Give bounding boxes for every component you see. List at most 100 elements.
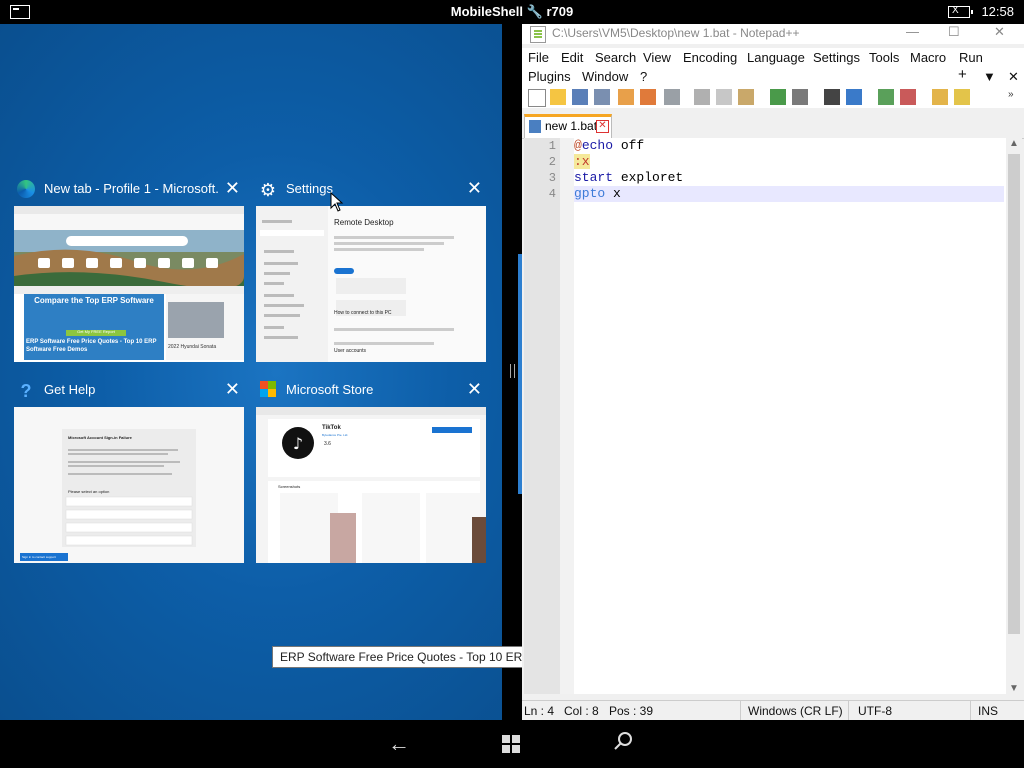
- close-icon[interactable]: ✕: [467, 379, 482, 400]
- help-subheading: Please select an option: [68, 489, 110, 494]
- window-card-edge[interactable]: New tab - Profile 1 - Microsoft... ✕ Com…: [14, 178, 244, 364]
- gear-icon: ⚙: [259, 180, 277, 200]
- window-card-header: ? Get Help ✕: [14, 379, 244, 403]
- window-card-header: New tab - Profile 1 - Microsoft... ✕: [14, 178, 244, 202]
- help-contact-button: Sign in to contact support: [22, 555, 56, 559]
- save-all-icon[interactable]: [594, 89, 610, 105]
- toolbar-overflow-icon[interactable]: »: [1008, 89, 1024, 105]
- navigation-bar: ←: [0, 720, 1024, 768]
- search-icon[interactable]: [608, 730, 638, 760]
- menu-run[interactable]: Run: [959, 50, 983, 65]
- menu-view[interactable]: View: [643, 50, 671, 65]
- sync-vertical-icon[interactable]: [932, 89, 948, 105]
- menu-language[interactable]: Language: [747, 50, 805, 65]
- svg-text:♪: ♪: [293, 434, 303, 453]
- ad-banner-title: Compare the Top ERP Software: [34, 296, 154, 305]
- window-card-store[interactable]: Microsoft Store ✕ ♪ TikTok Bytedance Pte…: [256, 379, 486, 565]
- find-icon[interactable]: [824, 89, 840, 105]
- menu-edit[interactable]: Edit: [561, 50, 583, 65]
- vertical-scrollbar[interactable]: ▲ ▼: [1006, 138, 1022, 694]
- window-title: C:\Users\VM5\Desktop\new 1.bat - Notepad…: [552, 26, 800, 40]
- remote-desktop-heading: Remote Desktop: [334, 218, 394, 227]
- window-preview[interactable]: Remote Desktop How to connect to this PC…: [256, 206, 486, 362]
- copy-icon[interactable]: [716, 89, 732, 105]
- notepad-icon: [530, 26, 546, 43]
- window-preview[interactable]: ♪ TikTok Bytedance Pte. Ltd. 3.6 Screens…: [256, 407, 486, 563]
- menu-help[interactable]: ?: [640, 69, 647, 84]
- menu-file[interactable]: File: [528, 50, 549, 65]
- code-line[interactable]: @echo off: [574, 138, 1004, 154]
- app-publisher: Bytedance Pte. Ltd.: [322, 433, 349, 437]
- cut-icon[interactable]: [694, 89, 710, 105]
- file-icon: [529, 120, 541, 133]
- menu-macro[interactable]: Macro: [910, 50, 946, 65]
- help-icon: ?: [20, 381, 32, 401]
- code-line[interactable]: gpto x: [574, 186, 1004, 202]
- menu-plugins[interactable]: Plugins: [528, 69, 571, 84]
- tab-new-1-bat[interactable]: new 1.bat ✕: [524, 114, 612, 139]
- menu-close-icon[interactable]: ✕: [1008, 69, 1019, 85]
- tab-label: new 1.bat: [545, 119, 598, 133]
- editor[interactable]: 1234 @echo off:x start exploret gpto x ▲ ▼: [524, 138, 1022, 694]
- close-icon[interactable]: ✕: [467, 178, 482, 199]
- help-heading: Microsoft Account Sign-in Failure: [68, 435, 132, 440]
- back-icon[interactable]: ←: [384, 730, 414, 760]
- scrollbar-thumb[interactable]: [1008, 154, 1020, 634]
- menu-encoding[interactable]: Encoding: [683, 50, 737, 65]
- close-all-icon[interactable]: [640, 89, 656, 105]
- code-area[interactable]: @echo off:x start exploret gpto x: [574, 138, 1004, 202]
- menu-bar: File Edit Search View Encoding Language …: [522, 48, 1024, 90]
- menu-search[interactable]: Search: [595, 50, 636, 65]
- status-title: MobileShell 🔧 r709: [0, 4, 1024, 20]
- save-icon[interactable]: [572, 89, 588, 105]
- zoom-in-icon[interactable]: [878, 89, 894, 105]
- window-card-settings[interactable]: ⚙ Settings ✕ Remote Desktop How to conne…: [256, 178, 486, 364]
- drag-handle-icon[interactable]: [510, 364, 515, 378]
- sync-horizontal-icon[interactable]: [954, 89, 970, 105]
- new-file-icon[interactable]: [528, 89, 546, 107]
- ad-cta-button: Get My FREE Report: [77, 329, 115, 334]
- close-file-icon[interactable]: [618, 89, 634, 105]
- task-switcher: New tab - Profile 1 - Microsoft... ✕ Com…: [0, 24, 502, 720]
- print-icon[interactable]: [664, 89, 680, 105]
- close-icon[interactable]: ✕: [225, 178, 240, 199]
- minimize-button[interactable]: —: [906, 24, 919, 39]
- code-line[interactable]: start exploret: [574, 170, 1004, 186]
- paste-icon[interactable]: [738, 89, 754, 105]
- start-button[interactable]: [496, 730, 526, 760]
- close-icon[interactable]: ✕: [225, 379, 240, 400]
- menu-add-icon[interactable]: +: [958, 66, 967, 83]
- status-pos: Pos : 39: [609, 704, 654, 718]
- mouse-cursor-icon: [330, 192, 344, 212]
- window-preview[interactable]: Compare the Top ERP Software Get My FREE…: [14, 206, 244, 362]
- user-accounts-heading: User accounts: [334, 348, 366, 354]
- status-bar: MobileShell 🔧 r709 X 12:58: [0, 0, 1024, 24]
- window-card-title: New tab - Profile 1 - Microsoft...: [44, 181, 219, 196]
- tab-close-icon[interactable]: ✕: [596, 120, 609, 133]
- scroll-up-icon[interactable]: ▲: [1009, 138, 1019, 149]
- undo-icon[interactable]: [770, 89, 786, 105]
- menu-window[interactable]: Window: [582, 69, 628, 84]
- maximize-button[interactable]: ☐: [948, 24, 960, 40]
- editor-status-bar: Ln : 4 Col : 8 Pos : 39 Windows (CR LF) …: [522, 700, 1024, 721]
- window-card-get-help[interactable]: ? Get Help ✕ Microsoft Account Sign-in F: [14, 379, 244, 565]
- window-preview[interactable]: Microsoft Account Sign-in Failure Please…: [14, 407, 244, 563]
- split-divider[interactable]: [502, 24, 522, 720]
- menu-dropdown-icon[interactable]: ▼: [983, 69, 996, 84]
- open-file-icon[interactable]: [550, 89, 566, 105]
- replace-icon[interactable]: [846, 89, 862, 105]
- code-token: gpto: [574, 186, 606, 201]
- window-card-title: Microsoft Store: [286, 382, 374, 397]
- menu-settings[interactable]: Settings: [813, 50, 860, 65]
- close-button[interactable]: ✕: [994, 24, 1005, 40]
- window-card-title: Settings: [286, 181, 333, 196]
- status-eol: Windows (CR LF): [748, 704, 843, 718]
- tab-bar: new 1.bat ✕: [522, 112, 1024, 139]
- redo-icon[interactable]: [792, 89, 808, 105]
- store-icon: [258, 381, 278, 401]
- screenshots-heading: Screenshots: [278, 484, 301, 489]
- scroll-down-icon[interactable]: ▼: [1009, 683, 1019, 694]
- code-line[interactable]: :x: [574, 154, 1004, 170]
- zoom-out-icon[interactable]: [900, 89, 916, 105]
- menu-tools[interactable]: Tools: [869, 50, 899, 65]
